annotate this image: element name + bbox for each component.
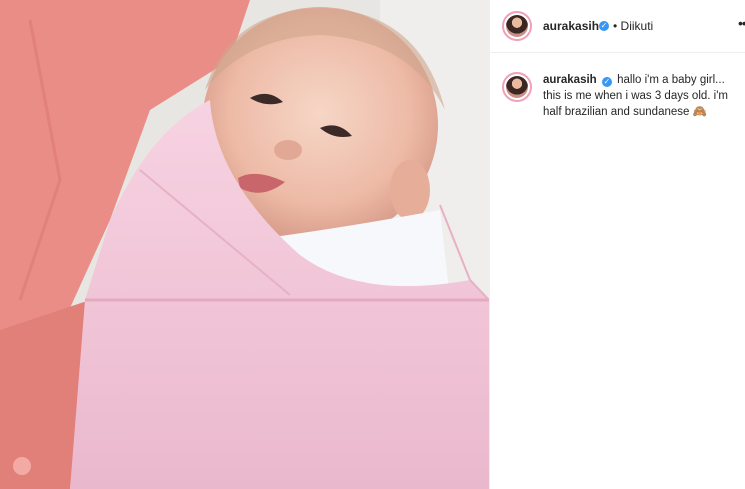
post-photo[interactable] (0, 0, 489, 489)
header-username[interactable]: aurakasih (543, 19, 599, 33)
avatar[interactable] (502, 11, 532, 41)
post-sidebar: aurakasih ✓ • Diikuti ••• aurakasih ✓ ha… (489, 0, 745, 489)
verified-badge-icon: ✓ (599, 21, 609, 31)
post-header: aurakasih ✓ • Diikuti ••• (490, 0, 745, 53)
following-status[interactable]: • Diikuti (613, 19, 653, 33)
post-caption: aurakasih ✓ hallo i'm a baby girl... thi… (543, 72, 743, 120)
ellipsis-icon[interactable]: ••• (738, 15, 745, 31)
comment-avatar[interactable] (502, 72, 532, 102)
baby-photo-illustration (0, 0, 489, 489)
caption-username[interactable]: aurakasih (543, 74, 597, 86)
caption-verified-icon: ✓ (601, 77, 612, 87)
